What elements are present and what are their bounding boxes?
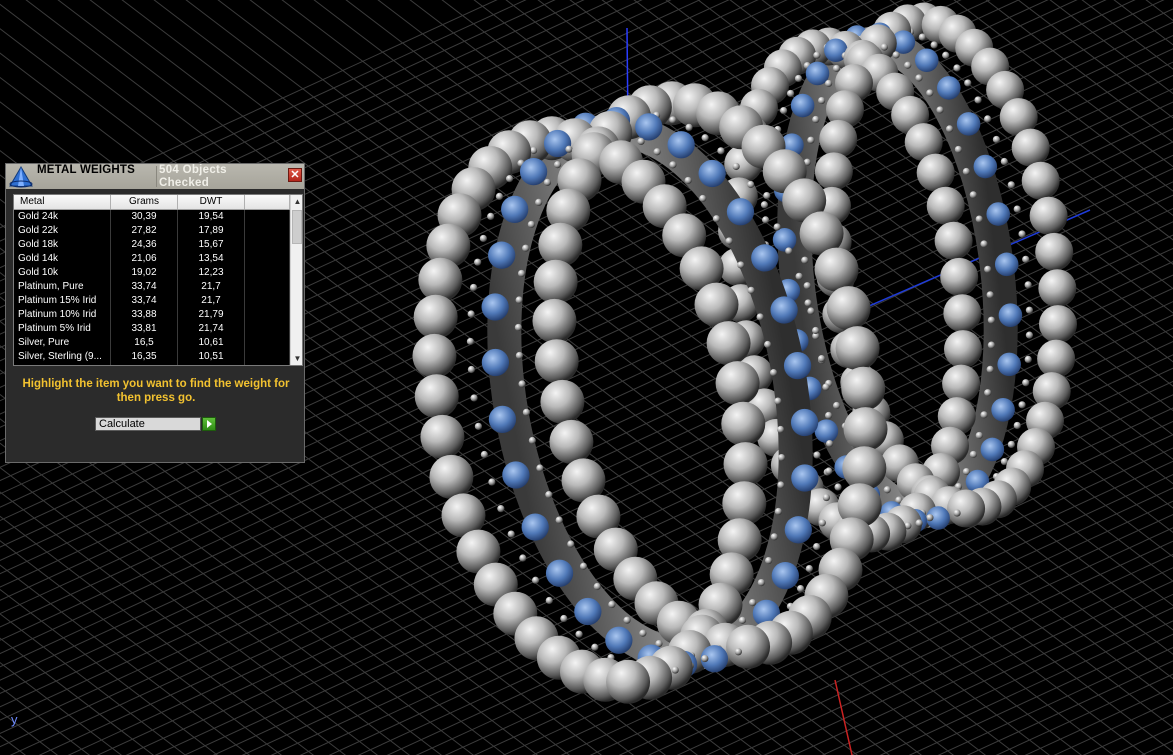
table-row[interactable]: Gold 10k 19,02 12,23	[14, 266, 290, 280]
metal-name-cell: Gold 18k	[14, 238, 111, 252]
column-header-metal[interactable]: Metal	[14, 195, 111, 209]
grams-cell: 33,81	[111, 322, 178, 336]
empty-cell	[245, 294, 290, 308]
grams-cell: 21,06	[111, 252, 178, 266]
dwt-cell: 10,42	[178, 364, 245, 365]
table-header: Metal Grams DWT	[14, 195, 290, 210]
column-header-dwt[interactable]: DWT	[178, 195, 245, 209]
dwt-cell: 21,7	[178, 280, 245, 294]
chevron-up-icon[interactable]: ▲	[291, 195, 302, 208]
panel-title: METAL WEIGHTS	[37, 164, 136, 176]
empty-cell	[245, 280, 290, 294]
table-row[interactable]: Silver, Sterling (9... 16,35 10,51	[14, 350, 290, 364]
ring-model[interactable]	[412, 2, 1078, 704]
dwt-cell: 19,54	[178, 210, 245, 224]
column-header-empty	[245, 195, 290, 209]
table-row[interactable]: Gold 22k 27,82 17,89	[14, 224, 290, 238]
metal-name-cell: Platinum, Pure	[14, 280, 111, 294]
metal-name-cell: Platinum 5% Irid	[14, 322, 111, 336]
table-row[interactable]: Platinum, Pure 33,74 21,7	[14, 280, 290, 294]
table-row[interactable]: Gold 18k 24,36 15,67	[14, 238, 290, 252]
metal-weights-panel: METAL WEIGHTS 504 Objects Checked ✕ Meta…	[5, 163, 305, 463]
table-scrollbar[interactable]: ▲ ▼	[290, 195, 302, 365]
chevron-down-icon[interactable]: ▼	[291, 352, 302, 365]
metal-name-cell: Gold 10k	[14, 266, 111, 280]
column-header-grams[interactable]: Grams	[111, 195, 178, 209]
grams-cell: 16,21	[111, 364, 178, 365]
table-body: Gold 24k 30,39 19,54 Gold 22k 27,82 17,89 Gold…	[14, 210, 290, 365]
table-row[interactable]: Silver, Pure 16,5 10,61	[14, 336, 290, 350]
metal-name-cell: Platinum 10% Irid	[14, 308, 111, 322]
panel-titlebar[interactable]: METAL WEIGHTS 504 Objects Checked ✕	[6, 164, 304, 189]
grams-cell: 33,74	[111, 294, 178, 308]
metal-name-cell: Gold 14k	[14, 252, 111, 266]
grams-cell: 16,35	[111, 350, 178, 364]
empty-cell	[245, 210, 290, 224]
table-row[interactable]: Gold 14k 21,06 13,54	[14, 252, 290, 266]
empty-cell	[245, 252, 290, 266]
go-button[interactable]	[202, 417, 216, 431]
grams-cell: 33,74	[111, 280, 178, 294]
dwt-cell: 10,61	[178, 336, 245, 350]
title-divider	[156, 166, 157, 187]
metal-weights-table[interactable]: Metal Grams DWT Gold 24k 30,39 19,54 Gold 2…	[13, 194, 303, 366]
close-icon: ✕	[290, 169, 300, 181]
table-row[interactable]: Platinum 10% Irid 33,88 21,79	[14, 308, 290, 322]
metal-name-cell: Platinum 15% Irid	[14, 294, 111, 308]
dwt-cell: 21,7	[178, 294, 245, 308]
metal-name-cell: Silver, Pure	[14, 336, 111, 350]
empty-cell	[245, 266, 290, 280]
grams-cell: 19,02	[111, 266, 178, 280]
table-row[interactable]: Silver, Coin (900)16,2110,42	[14, 364, 290, 365]
instruction-text: Highlight the item you want to find the …	[22, 378, 290, 404]
metal-name-cell: Silver, Coin (900)	[14, 364, 111, 365]
table-row[interactable]: Platinum 5% Irid 33,81 21,74	[14, 322, 290, 336]
dwt-cell: 21,79	[178, 308, 245, 322]
empty-cell	[245, 238, 290, 252]
grams-cell: 33,88	[111, 308, 178, 322]
dwt-cell: 17,89	[178, 224, 245, 238]
grams-cell: 30,39	[111, 210, 178, 224]
metal-name-cell: Silver, Sterling (9...	[14, 350, 111, 364]
dwt-cell: 10,51	[178, 350, 245, 364]
dwt-cell: 15,67	[178, 238, 245, 252]
scrollbar-thumb[interactable]	[292, 210, 302, 244]
calculate-dropdown[interactable]: Calculate	[95, 417, 201, 431]
empty-cell	[245, 364, 290, 365]
dwt-cell: 13,54	[178, 252, 245, 266]
y-axis-label: y	[11, 712, 18, 727]
empty-cell	[245, 336, 290, 350]
objects-checked-status: 504 Objects Checked	[159, 164, 227, 189]
table-row[interactable]: Gold 24k 30,39 19,54	[14, 210, 290, 224]
grams-cell: 16,5	[111, 336, 178, 350]
grams-cell: 24,36	[111, 238, 178, 252]
metal-name-cell: Gold 22k	[14, 224, 111, 238]
empty-cell	[245, 308, 290, 322]
close-button[interactable]: ✕	[288, 168, 302, 182]
x-axis-line	[834, 679, 853, 755]
dwt-cell: 21,74	[178, 322, 245, 336]
table-row[interactable]: Platinum 15% Irid 33,74 21,7	[14, 294, 290, 308]
dwt-cell: 12,23	[178, 266, 245, 280]
empty-cell	[245, 322, 290, 336]
grams-cell: 27,82	[111, 224, 178, 238]
metal-name-cell: Gold 24k	[14, 210, 111, 224]
empty-cell	[245, 350, 290, 364]
pyramid-app-icon	[9, 166, 33, 188]
empty-cell	[245, 224, 290, 238]
